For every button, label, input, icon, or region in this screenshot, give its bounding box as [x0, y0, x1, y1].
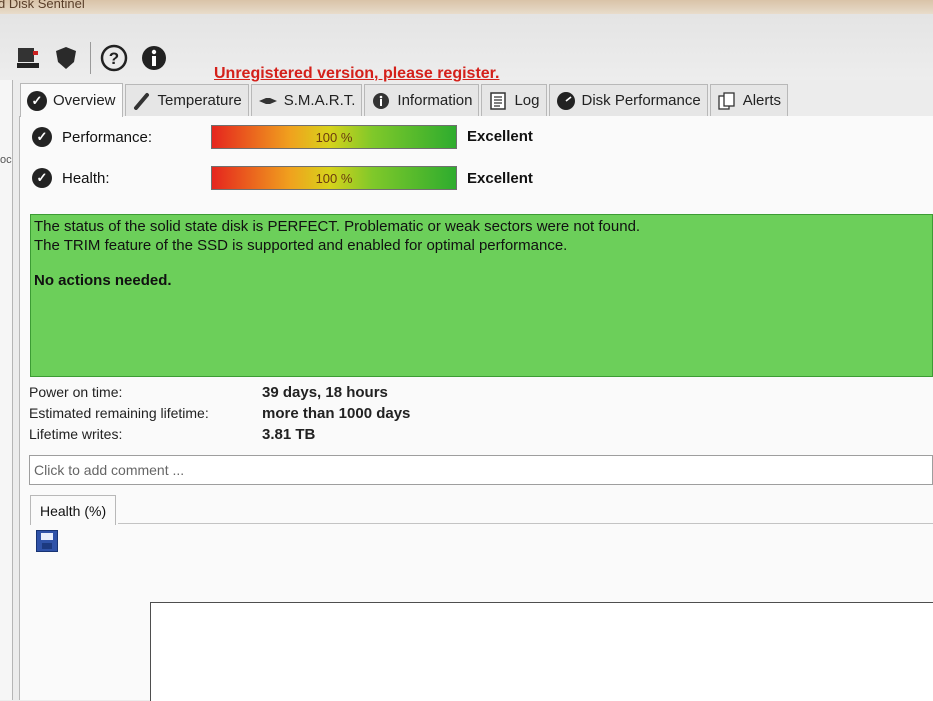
tab-information[interactable]: Information: [364, 84, 480, 116]
check-icon: ✓: [32, 168, 52, 188]
performance-bar: 100 %: [211, 125, 457, 149]
health-row: ✓ Health:: [32, 168, 212, 188]
tab-label: Alerts: [742, 92, 782, 109]
info-value: 3.81 TB: [262, 426, 316, 443]
window-titlebar: d Disk Sentinel: [0, 0, 933, 14]
subtab-health-percent[interactable]: Health (%): [30, 495, 117, 525]
shield-icon[interactable]: [52, 44, 80, 72]
tab-temperature[interactable]: Temperature: [124, 84, 249, 116]
tab-label: Overview: [53, 92, 116, 109]
left-panel-strip: oc: [0, 80, 13, 700]
tab-label: Disk Performance: [581, 92, 701, 109]
performance-rating: Excellent: [467, 128, 533, 145]
check-icon: ✓: [32, 127, 52, 147]
info-row-remaining-lifetime: Estimated remaining lifetime: more than …: [29, 405, 629, 426]
tab-label: Log: [514, 92, 540, 109]
disk-icon[interactable]: [14, 44, 42, 72]
status-line-3: No actions needed.: [34, 272, 172, 289]
tab-disk-performance[interactable]: Disk Performance: [548, 84, 708, 116]
disk-info-list: Power on time: 39 days, 18 hours Estimat…: [29, 384, 629, 447]
tab-alerts[interactable]: Alerts: [709, 84, 789, 116]
health-percent: 100 %: [315, 170, 353, 186]
status-line-1: The status of the solid state disk is PE…: [34, 218, 641, 235]
check-icon: ✓: [27, 90, 47, 111]
tab-bar: ✓ Overview Temperature S.M.A.R.T. Inform…: [20, 83, 790, 117]
info-key: Estimated remaining lifetime:: [29, 405, 209, 421]
health-bar: 100 %: [211, 166, 457, 190]
toolbar: ? Unregistered version, please register.: [0, 14, 933, 83]
window-title: d Disk Sentinel: [0, 0, 85, 11]
alerts-icon: [717, 91, 737, 111]
wrench-icon: [258, 91, 278, 111]
performance-icon: [556, 91, 576, 111]
info-value: more than 1000 days: [262, 405, 411, 422]
register-link[interactable]: Unregistered version, please register.: [214, 65, 499, 83]
performance-label: Performance:: [62, 128, 153, 146]
performance-row: ✓ Performance:: [32, 127, 212, 147]
svg-text:?: ?: [109, 49, 119, 68]
tab-label: Information: [397, 92, 473, 109]
health-rating: Excellent: [467, 170, 533, 187]
tab-log[interactable]: Log: [481, 84, 547, 116]
save-icon[interactable]: [36, 530, 58, 552]
toolbar-separator: [90, 42, 91, 74]
info-key: Power on time:: [29, 384, 123, 400]
info-row-power-on: Power on time: 39 days, 18 hours: [29, 384, 629, 405]
info-key: Lifetime writes:: [29, 426, 123, 442]
info-value: 39 days, 18 hours: [262, 384, 388, 401]
health-chart-area: [150, 602, 933, 701]
log-icon: [488, 91, 508, 111]
tab-label: Temperature: [157, 92, 242, 109]
subtab-label: Health (%): [40, 502, 107, 519]
thermometer-icon: [132, 91, 152, 111]
subtab-divider: [118, 523, 933, 524]
tab-smart[interactable]: S.M.A.R.T.: [250, 84, 363, 116]
tab-overview[interactable]: ✓ Overview: [20, 83, 123, 117]
info-icon: [371, 91, 391, 111]
health-label: Health:: [62, 169, 110, 187]
tab-label: S.M.A.R.T.: [283, 92, 356, 109]
performance-percent: 100 %: [315, 129, 353, 145]
comment-input[interactable]: [29, 455, 933, 485]
info-row-lifetime-writes: Lifetime writes: 3.81 TB: [29, 426, 629, 447]
status-line-2: The TRIM feature of the SSD is supported…: [34, 237, 568, 254]
info-icon[interactable]: [140, 44, 168, 72]
help-icon[interactable]: ?: [100, 44, 128, 72]
status-message-box: The status of the solid state disk is PE…: [30, 214, 933, 377]
left-strip-fragment: oc: [0, 154, 12, 166]
